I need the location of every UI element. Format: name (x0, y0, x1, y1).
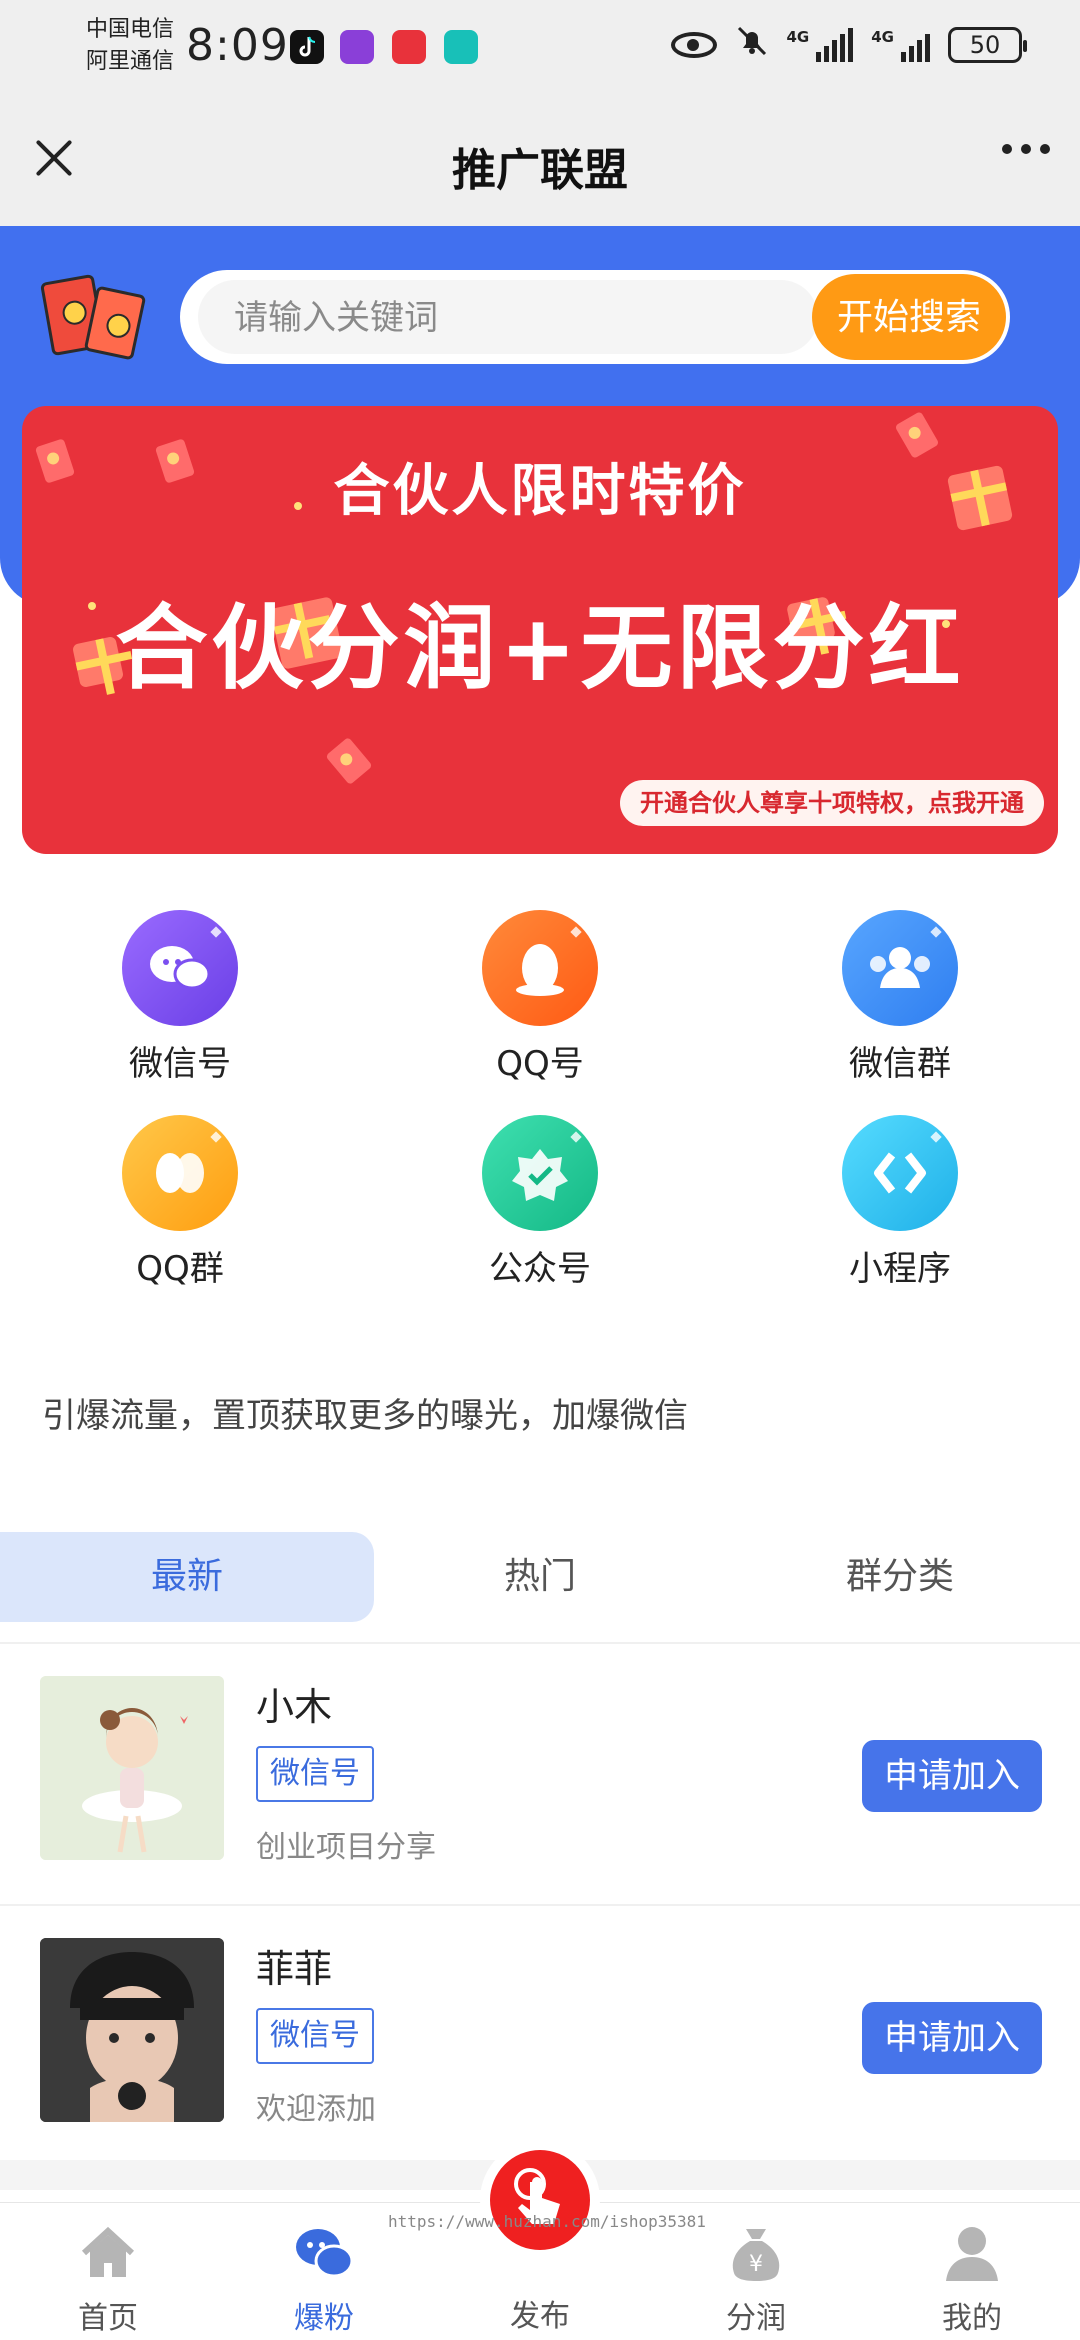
nav-profit-share[interactable]: ¥ 分润 (676, 2221, 836, 2337)
mini-program-icon (842, 1115, 958, 1231)
category-mini-program[interactable]: 小程序 (780, 1115, 1020, 1290)
carrier-name-1: 中国电信 (86, 17, 175, 42)
status-indicators: 4G 4G 50 (670, 24, 1027, 66)
category-wechat-group[interactable]: 微信群 (780, 910, 1020, 1085)
tap-hand-icon (514, 2168, 560, 2224)
app-icon-purple (340, 30, 374, 64)
signal-icon-1: 4G (787, 28, 854, 62)
listing-type-badge: 微信号 (256, 2008, 374, 2064)
nav-mine[interactable]: 我的 (892, 2221, 1052, 2337)
nav-label: 爆粉 (294, 2301, 354, 2336)
category-label: 微信群 (849, 1044, 951, 1084)
listing-name: 菲菲 (256, 1947, 333, 1991)
category-grid: 微信号 QQ号 微信群 QQ群 公众号 小程序 (0, 900, 1080, 1320)
promo-banner[interactable]: 合伙人限时特价 合伙分润+无限分红 开通合伙人尊享十项特权，点我开通 (22, 406, 1058, 854)
list-item[interactable]: 菲菲 微信号 欢迎添加 申请加入 (0, 1904, 1080, 2166)
title-bar: 推广联盟 (0, 98, 1080, 226)
nav-label: 首页 (78, 2301, 138, 2336)
search-field-wrapper (198, 280, 818, 354)
avatar (40, 1938, 224, 2122)
status-bar: 中国电信 阿里通信 8:09 4G 4G 50 (0, 0, 1080, 98)
category-qq[interactable]: QQ号 (420, 910, 660, 1085)
nav-label: 我的 (942, 2301, 1002, 2336)
wechat-icon (122, 910, 238, 1026)
listing-description: 欢迎添加 (256, 2092, 376, 2127)
eye-icon (670, 32, 717, 58)
category-label: QQ群 (136, 1249, 224, 1289)
tiktok-icon (290, 30, 324, 64)
avatar (40, 1676, 224, 1860)
home-icon (76, 2221, 140, 2285)
category-wechat[interactable]: 微信号 (60, 910, 300, 1085)
group-icon (842, 910, 958, 1026)
publish-button-ring (480, 2140, 600, 2260)
category-official-account[interactable]: 公众号 (420, 1115, 660, 1290)
qq-icon (482, 910, 598, 1026)
chat-bubbles-icon (292, 2221, 356, 2285)
qq-group-icon (122, 1115, 238, 1231)
page-title: 推广联盟 (452, 145, 628, 196)
bell-muted-icon (735, 24, 769, 66)
network-label-2: 4G (871, 28, 894, 46)
category-label: 微信号 (129, 1044, 231, 1084)
category-label: 小程序 (849, 1249, 951, 1289)
book-icon (392, 30, 426, 64)
listing-type-badge: 微信号 (256, 1746, 374, 1802)
category-label: 公众号 (489, 1249, 591, 1289)
category-label: QQ号 (496, 1044, 584, 1084)
money-bag-icon: ¥ (724, 2221, 788, 2285)
nav-home[interactable]: 首页 (28, 2221, 188, 2337)
nav-label: 分润 (726, 2301, 786, 2336)
watermark-url: https://www.huzhan.com/ishop35381 (388, 2212, 706, 2231)
huawei-app-icon (444, 30, 478, 64)
banner-cta[interactable]: 开通合伙人尊享十项特权，点我开通 (620, 780, 1044, 826)
tab-latest[interactable]: 最新 (0, 1532, 374, 1622)
user-icon (940, 2221, 1004, 2285)
apply-join-button[interactable]: 申请加入 (862, 2002, 1042, 2074)
nav-fans[interactable]: 爆粉 (244, 2221, 404, 2337)
network-label-1: 4G (786, 28, 810, 46)
search-input[interactable] (234, 294, 794, 342)
banner-subtitle: 合伙人限时特价 (333, 459, 747, 524)
more-options-icon[interactable] (1002, 144, 1050, 154)
listing-description: 创业项目分享 (256, 1830, 436, 1865)
signal-icon-2: 4G (871, 28, 930, 62)
red-envelope-icon (39, 272, 147, 361)
list-item[interactable]: 小木 微信号 创业项目分享 申请加入 (0, 1642, 1080, 1904)
official-account-icon (482, 1115, 598, 1231)
svg-text:¥: ¥ (749, 2252, 763, 2277)
carrier-name-2: 阿里通信 (86, 49, 175, 74)
tab-group-category[interactable]: 群分类 (720, 1532, 1080, 1622)
tab-bar: 最新 热门 群分类 (0, 1532, 1080, 1622)
banner-headline: 合伙分润+无限分红 (115, 595, 965, 702)
listing-name: 小木 (256, 1685, 333, 1729)
search-button[interactable]: 开始搜索 (812, 274, 1006, 360)
category-qq-group[interactable]: QQ群 (60, 1115, 300, 1290)
promo-text: 引爆流量，置顶获取更多的曝光，加爆微信 (42, 1396, 688, 1436)
search-bar: 开始搜索 (180, 270, 1010, 364)
listing-list: 小木 微信号 创业项目分享 申请加入 菲菲 微信号 欢迎添加 申请加入 (0, 1642, 1080, 2166)
nav-publish[interactable]: 发布 (460, 2291, 620, 2335)
carrier-info: 中国电信 阿里通信 (86, 14, 174, 78)
status-time: 8:09 (186, 20, 289, 71)
publish-button[interactable] (490, 2150, 590, 2250)
nav-label: 发布 (510, 2299, 570, 2334)
tab-hot[interactable]: 热门 (360, 1532, 720, 1622)
apply-join-button[interactable]: 申请加入 (862, 1740, 1042, 1812)
battery-indicator: 50 (948, 27, 1027, 63)
envelope-decoration (325, 736, 373, 786)
